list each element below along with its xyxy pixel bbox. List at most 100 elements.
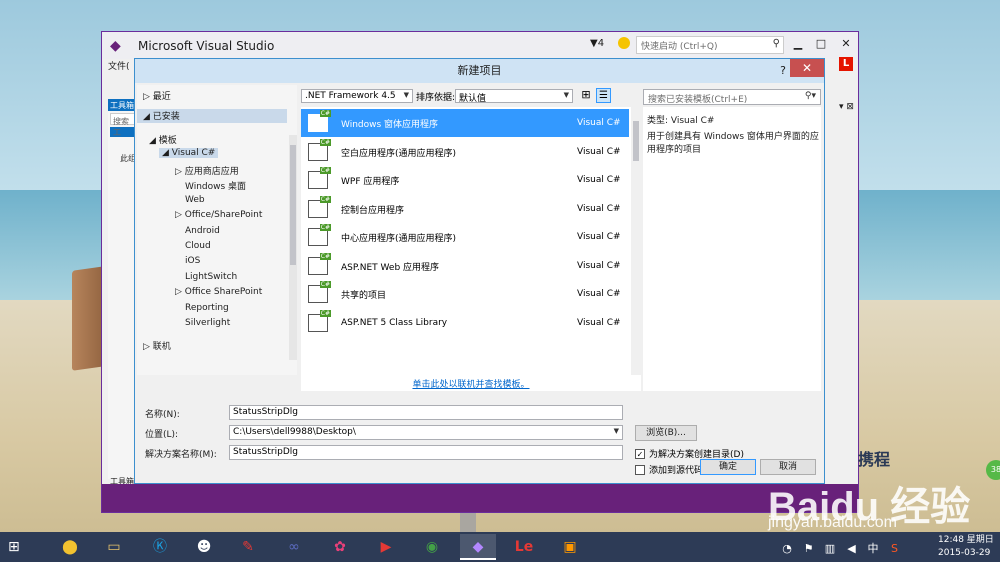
quick-launch-input[interactable]: 快速启动 (Ctrl+Q) ⚲ (636, 36, 784, 54)
dialog-titlebar[interactable]: 新建项目 ? ✕ (135, 59, 824, 83)
toolbox-search[interactable]: 搜索工 (110, 113, 137, 137)
maximize-button[interactable]: □ (814, 37, 828, 50)
template-name: ASP.NET 5 Class Library (341, 318, 448, 328)
tray-app-icon[interactable]: ◔ (780, 542, 794, 555)
cancel-button[interactable]: 取消 (760, 459, 816, 475)
taskbar: ⊞ ⬤ ▭ Ⓚ ☻ ✎ ∞ ✿ ▶ ◉ ◆ Le ▣ ◔ ⚑ ▥ ◀ 中 S 1… (0, 532, 1000, 562)
file-explorer-icon[interactable]: ▭ (96, 534, 132, 560)
menu-file[interactable]: 文件( (108, 62, 130, 72)
photo-app-icon[interactable]: ✿ (322, 534, 358, 560)
tree-item-ios[interactable]: iOS (185, 256, 200, 266)
tree-item-office-sharepoint[interactable]: ▷ Office/SharePoint (175, 210, 262, 220)
template-language: Visual C# (577, 204, 621, 214)
tree-item-templates[interactable]: ◢ 模板 (149, 133, 177, 146)
template-row[interactable]: Windows 窗体应用程序 Visual C# (301, 109, 629, 137)
app-360-icon[interactable]: ⬤ (52, 534, 88, 560)
quick-launch-placeholder: 快速启动 (Ctrl+Q) (641, 42, 718, 52)
template-name: Windows 窗体应用程序 (341, 119, 439, 130)
tree-item-reporting[interactable]: Reporting (185, 303, 229, 313)
tree-item-silverlight[interactable]: Silverlight (185, 318, 230, 328)
template-name: 共享的项目 (341, 290, 387, 301)
tree-item-store-apps[interactable]: ▷ 应用商店应用 (175, 164, 239, 177)
volume-icon[interactable]: ◀ (845, 542, 859, 555)
minimize-button[interactable]: ▁ (791, 37, 805, 50)
grid-view-icon[interactable]: ⊞ (579, 88, 593, 102)
clock-date: 2015-03-29 (938, 548, 991, 558)
location-label: 位置(L): (145, 430, 179, 440)
template-name: 控制台应用程序 (341, 205, 405, 216)
name-label: 名称(N): (145, 410, 180, 420)
tree-item-installed[interactable]: ◢ 已安装 (137, 109, 287, 123)
tree-item-android[interactable]: Android (185, 226, 220, 236)
tree-item-cloud[interactable]: Cloud (185, 241, 211, 251)
template-row[interactable]: 空白应用程序(通用应用程序) Visual C# (301, 138, 629, 166)
template-row[interactable]: 共享的项目 Visual C# (301, 280, 629, 308)
solution-name-field[interactable]: StatusStripDlg (229, 445, 623, 460)
notification-flag-icon[interactable]: ▼4 (590, 38, 604, 49)
tree-item-web[interactable]: Web (185, 195, 205, 205)
search-icon: ⚲ (772, 38, 780, 49)
location-field[interactable]: C:\Users\dell9988\Desktop\ ▼ (229, 425, 623, 440)
tree-item-office-sharepoint-2[interactable]: ▷ Office SharePoint (175, 287, 262, 297)
dialog-close-button[interactable]: ✕ (790, 59, 824, 77)
template-scrollbar[interactable] (631, 107, 641, 375)
feedback-smiley-icon[interactable] (618, 37, 630, 49)
ime-indicator[interactable]: 中 (866, 540, 880, 556)
template-row[interactable]: 控制台应用程序 Visual C# (301, 195, 629, 223)
template-row[interactable]: 中心应用程序(通用应用程序) Visual C# (301, 223, 629, 251)
pdf-app-icon[interactable]: ▣ (552, 534, 588, 560)
template-row[interactable]: WPF 应用程序 Visual C# (301, 166, 629, 194)
online-templates-link[interactable]: 单击此处以联机并查找模板。 (301, 375, 641, 391)
infinity-app-icon[interactable]: ∞ (276, 534, 312, 560)
side-badge[interactable]: 38 (986, 460, 1000, 480)
framework-select[interactable]: .NET Framework 4.5 ▼ (301, 89, 413, 103)
tree-item-visual-csharp[interactable]: ◢ Visual C# (159, 148, 219, 158)
windows-start-icon[interactable]: ⊞ (8, 540, 24, 556)
windows-forms-icon (308, 110, 331, 132)
template-scroll-thumb[interactable] (633, 121, 639, 161)
vs-window-title: Microsoft Visual Studio (138, 38, 275, 53)
info-type: 类型: Visual C# (647, 116, 715, 126)
qq-icon[interactable]: ☻ (186, 534, 222, 560)
sogou-icon[interactable]: S (888, 542, 902, 555)
tree-item-lightswitch[interactable]: LightSwitch (185, 272, 237, 282)
list-view-icon[interactable]: ☰ (596, 88, 611, 103)
name-field[interactable]: StatusStripDlg (229, 405, 623, 420)
tree-item-windows-desktop[interactable]: Windows 桌面 (185, 179, 246, 192)
ok-button[interactable]: 确定 (700, 459, 756, 475)
pin-icon[interactable]: ▾ ⊠ (839, 102, 854, 112)
kugou-icon[interactable]: Ⓚ (142, 534, 178, 560)
network-icon[interactable]: ▥ (823, 542, 837, 555)
vs-titlebar[interactable]: ◆ Microsoft Visual Studio ▼4 快速启动 (Ctrl+… (102, 32, 858, 59)
chevron-down-icon: ▼ (563, 91, 569, 99)
sort-select[interactable]: 默认值 ▼ (455, 89, 573, 104)
template-tree: ▷ 最近 ◢ 已安装 ◢ 模板 ◢ Visual C# ▷ 应用商店应用 Win… (137, 85, 297, 375)
template-row[interactable]: ASP.NET Web 应用程序 Visual C# (301, 252, 629, 280)
help-button[interactable]: ? (780, 59, 786, 83)
template-row[interactable]: ASP.NET 5 Class Library Visual C# (301, 309, 629, 337)
tree-scrollbar[interactable] (289, 135, 297, 360)
wpf-app-icon (308, 167, 331, 189)
visual-studio-icon[interactable]: ◆ (460, 534, 496, 560)
paint-icon[interactable]: ✎ (230, 534, 266, 560)
tree-scroll-thumb[interactable] (290, 145, 296, 265)
search-installed-input[interactable]: 搜索已安装模板(Ctrl+E) ⚲▾ (643, 89, 821, 105)
template-name: WPF 应用程序 (341, 176, 400, 187)
video-player-icon[interactable]: ▶ (368, 534, 404, 560)
letv-icon[interactable]: Le (506, 534, 542, 560)
template-language: Visual C# (577, 175, 621, 185)
solution-label: 解决方案名称(M): (145, 450, 217, 460)
template-language: Visual C# (577, 147, 621, 157)
browse-button[interactable]: 浏览(B)... (635, 425, 697, 441)
chrome-icon[interactable]: ◉ (414, 534, 450, 560)
clock[interactable]: 12:48 星期日 2015-03-29 (938, 534, 994, 560)
tree-item-recent[interactable]: ▷ 最近 (143, 89, 171, 102)
user-badge[interactable]: L (839, 57, 853, 71)
baidu-url: jingyan.baidu.com (768, 514, 897, 531)
sort-label: 排序依据: (416, 93, 456, 103)
close-window-button[interactable]: ✕ (839, 37, 853, 50)
shared-project-icon (308, 281, 331, 303)
notification-count: 4 (597, 38, 605, 49)
flag-icon[interactable]: ⚑ (802, 542, 816, 555)
tree-item-online[interactable]: ▷ 联机 (143, 339, 171, 352)
